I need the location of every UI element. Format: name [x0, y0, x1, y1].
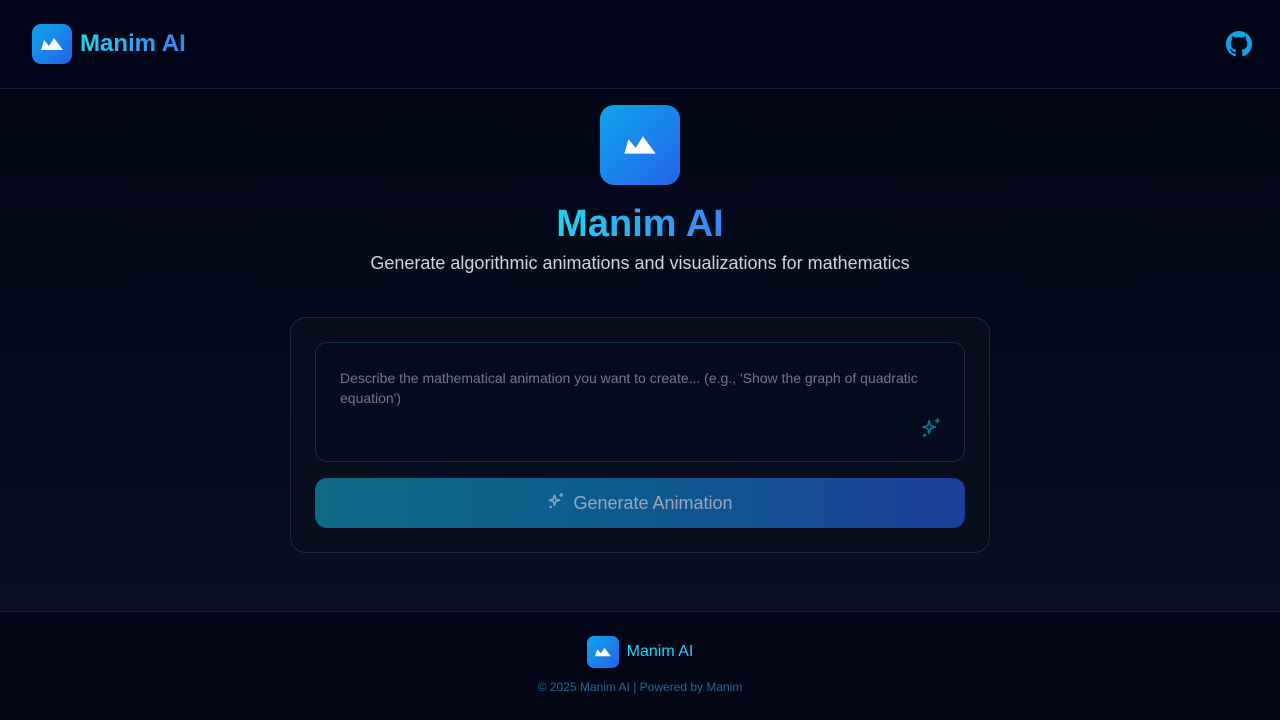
sparkles-icon[interactable]	[920, 417, 942, 439]
sparkles-icon	[547, 492, 565, 515]
animation-prompt-input[interactable]	[316, 343, 964, 461]
prompt-card: Generate Animation	[290, 317, 990, 553]
navbar-brand[interactable]: Manim AI	[32, 24, 186, 64]
footer-copyright: © 2025 Manim AI | Powered by Manim	[537, 680, 743, 694]
mountain-logo-icon	[586, 636, 619, 668]
page-footer: Manim AI © 2025 Manim AI | Powered by Ma…	[0, 611, 1280, 720]
page-title: Manim AI	[556, 203, 724, 245]
navbar-brand-name: Manim AI	[80, 30, 186, 57]
prompt-box	[315, 342, 965, 462]
footer-brand: Manim AI	[586, 636, 694, 668]
generate-animation-button[interactable]: Generate Animation	[315, 478, 965, 528]
github-icon[interactable]	[1226, 31, 1252, 57]
hero-section: Manim AI Generate algorithmic animations…	[0, 105, 1280, 274]
footer-brand-name: Manim AI	[626, 643, 694, 660]
generate-button-label: Generate Animation	[573, 492, 733, 513]
top-navbar: Manim AI	[0, 0, 1280, 89]
page-subtitle: Generate algorithmic animations and visu…	[370, 253, 910, 273]
mountain-logo-icon	[600, 105, 680, 185]
mountain-logo-icon	[32, 24, 72, 64]
